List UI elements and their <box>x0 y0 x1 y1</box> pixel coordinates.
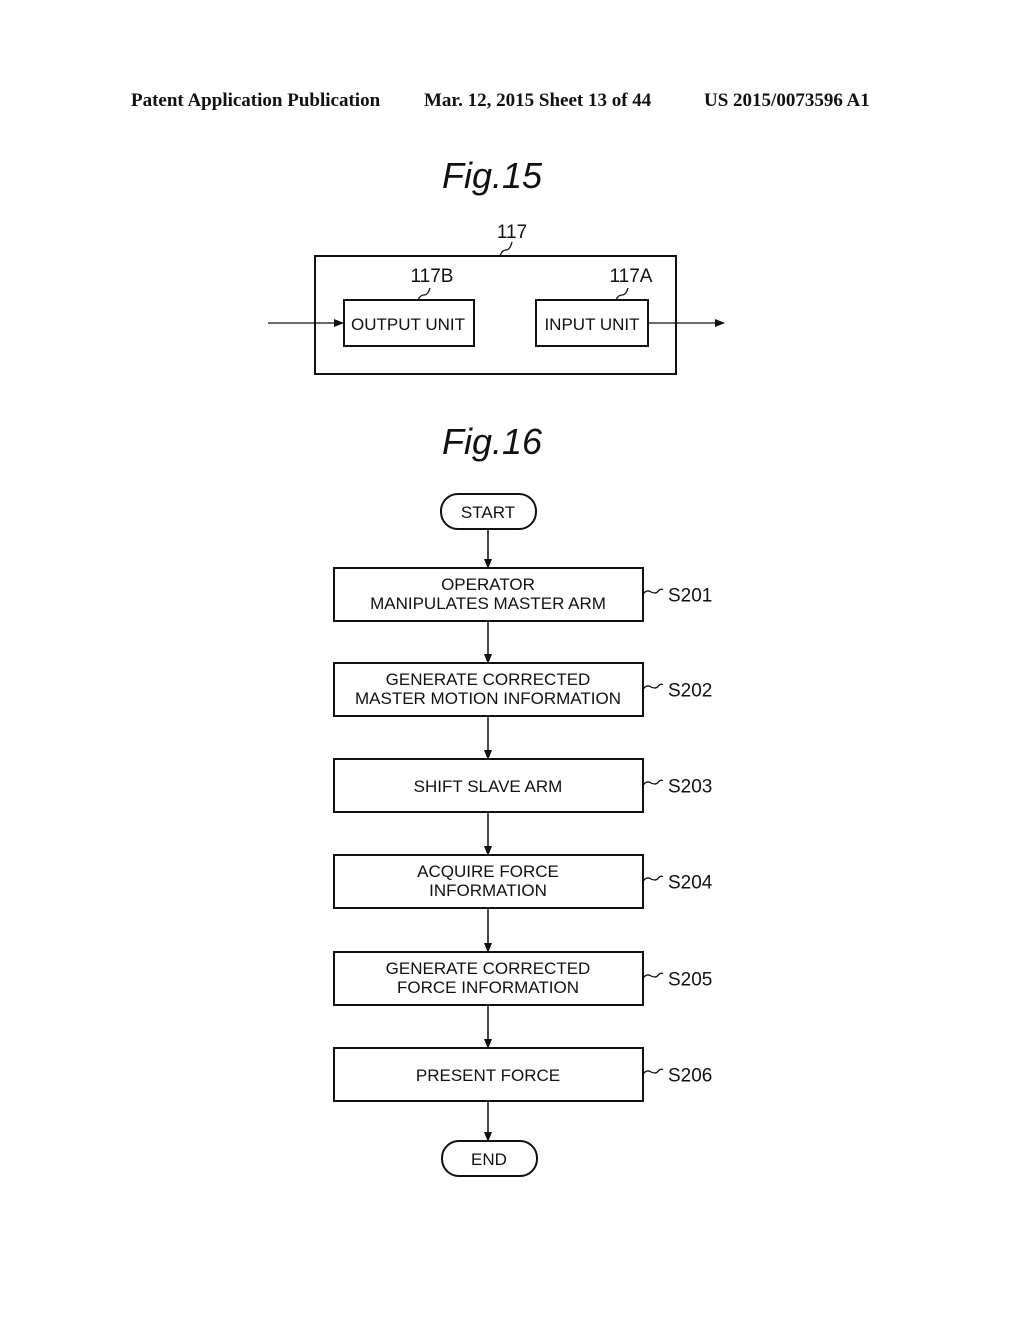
step-text: ACQUIRE FORCE <box>417 862 559 881</box>
end-label: END <box>471 1150 507 1169</box>
step-text: MASTER MOTION INFORMATION <box>355 689 621 708</box>
step-leader <box>642 875 664 882</box>
step-text: FORCE INFORMATION <box>397 978 579 997</box>
step-text: INFORMATION <box>429 881 547 900</box>
step-id-s203: S203 <box>668 777 712 798</box>
step-leader <box>642 972 664 979</box>
step-text: GENERATE CORRECTED <box>386 959 591 978</box>
diagram-canvas: 117 OUTPUT UNIT 117B INPUT UNIT 117A STA… <box>268 222 725 1177</box>
unit-117-leader <box>499 241 513 257</box>
output-unit-leader <box>417 287 431 301</box>
step-id-s204: S204 <box>668 873 713 894</box>
step-leader <box>642 683 664 690</box>
step-id-s206: S206 <box>668 1066 712 1087</box>
step-leader <box>642 588 664 595</box>
input-unit-label: INPUT UNIT <box>544 315 639 334</box>
fig16-flowchart: START END OPERATORMANIPULATES MASTER ARM… <box>333 493 713 1177</box>
step-leader <box>642 1068 664 1075</box>
step-text: OPERATOR <box>441 575 535 594</box>
step-id-s202: S202 <box>668 681 712 702</box>
step-text: PRESENT FORCE <box>416 1066 560 1085</box>
output-unit-label: OUTPUT UNIT <box>351 315 465 334</box>
step-leader <box>642 779 664 786</box>
input-unit-leader <box>615 287 629 301</box>
step-text: MANIPULATES MASTER ARM <box>370 594 606 613</box>
output-unit-ref: 117B <box>411 266 454 287</box>
step-text: GENERATE CORRECTED <box>386 670 591 689</box>
step-text: SHIFT SLAVE ARM <box>414 777 563 796</box>
start-label: START <box>461 503 515 522</box>
unit-117-ref: 117 <box>497 222 527 243</box>
step-id-s201: S201 <box>668 586 712 607</box>
input-unit-ref: 117A <box>610 266 653 287</box>
step-id-s205: S205 <box>668 970 712 991</box>
fig15-diagram: 117 OUTPUT UNIT 117B INPUT UNIT 117A <box>268 222 725 375</box>
